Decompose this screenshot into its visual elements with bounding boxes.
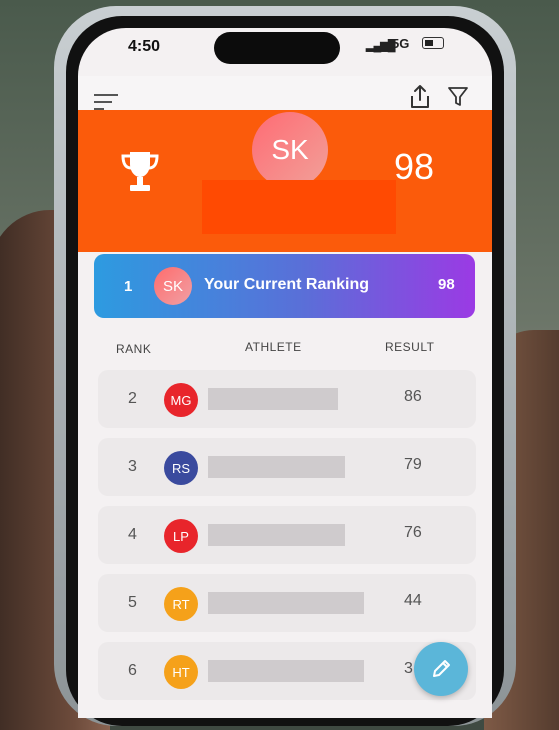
athlete-avatar: MG (164, 383, 198, 417)
leaderboard-row[interactable]: 5 RT 44 (98, 574, 476, 632)
app-screen: 4:50 ▂▄▆█ 5G SK 98 1 SK Your Current Ran… (78, 28, 492, 718)
row-rank: 6 (128, 662, 137, 679)
athlete-name-redacted (208, 524, 345, 546)
column-result: RESULT (385, 340, 435, 354)
user-name-redacted (202, 180, 396, 234)
network-label: 5G (392, 36, 410, 51)
leaderboard-row[interactable]: 2 MG 86 (98, 370, 476, 428)
athlete-name-redacted (208, 388, 338, 410)
leaderboard-row[interactable]: 4 LP 76 (98, 506, 476, 564)
dynamic-island (214, 32, 340, 64)
status-time: 4:50 (128, 38, 161, 55)
share-icon[interactable] (408, 84, 432, 110)
current-ranking-banner[interactable]: 1 SK Your Current Ranking 98 (94, 254, 475, 318)
row-rank: 2 (128, 390, 137, 407)
current-rank-avatar: SK (154, 267, 192, 305)
athlete-name-redacted (208, 456, 345, 478)
row-result: 44 (404, 592, 422, 609)
athlete-avatar: LP (164, 519, 198, 553)
row-result: 79 (404, 456, 422, 473)
battery-icon (422, 37, 444, 49)
athlete-avatar: RS (164, 451, 198, 485)
row-rank: 3 (128, 458, 137, 475)
athlete-avatar: HT (164, 655, 198, 689)
leaderboard-header: RANK ATHLETE RESULT (78, 340, 492, 360)
column-athlete: ATHLETE (245, 340, 302, 354)
filter-icon[interactable] (446, 84, 470, 108)
signal-icon: ▂▄▆█ (366, 40, 395, 52)
athlete-avatar: RT (164, 587, 198, 621)
column-rank: RANK (116, 342, 152, 356)
row-rank: 5 (128, 594, 137, 611)
user-avatar[interactable]: SK (252, 112, 328, 188)
current-rank-score: 98 (438, 276, 455, 293)
current-rank-label: Your Current Ranking (204, 276, 370, 293)
trophy-icon (121, 152, 159, 191)
current-rank-number: 1 (124, 278, 133, 295)
leaderboard-row[interactable]: 3 RS 79 (98, 438, 476, 496)
user-score: 98 (394, 146, 435, 187)
row-rank: 4 (128, 526, 137, 543)
status-bar: 4:50 ▂▄▆█ 5G (78, 28, 492, 76)
row-result: 3 (404, 660, 413, 677)
athlete-name-redacted (208, 592, 364, 614)
pencil-icon (433, 660, 450, 677)
edit-fab-button[interactable] (414, 642, 468, 696)
athlete-name-redacted (208, 660, 364, 682)
row-result: 86 (404, 388, 422, 405)
row-result: 76 (404, 524, 422, 541)
score-header: SK 98 (78, 110, 492, 252)
